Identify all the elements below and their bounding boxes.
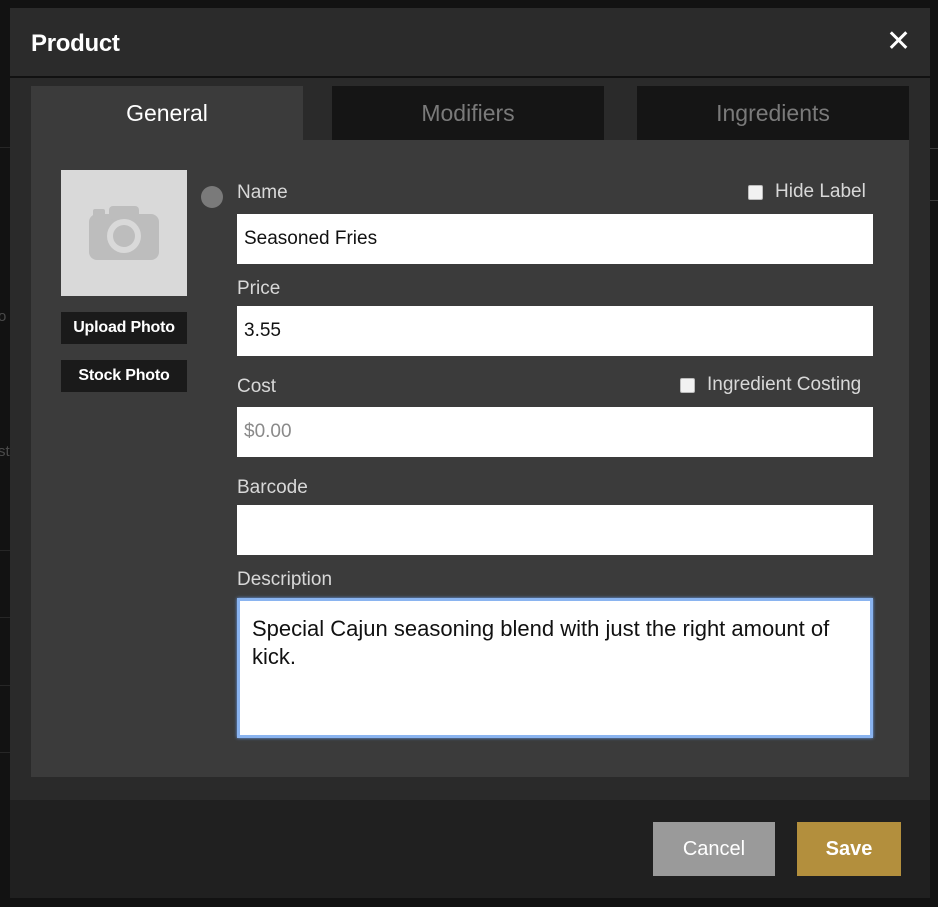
modal-footer: Cancel Save [10,800,930,898]
description-label: Description [237,569,333,590]
close-icon[interactable]: ✕ [886,27,911,57]
photo-placeholder [61,170,187,296]
tab-ingredients[interactable]: Ingredients [637,86,909,140]
modal-header: Product ✕ [10,8,930,78]
background-divider [0,550,10,551]
hide-label-toggle[interactable]: Hide Label [748,181,866,203]
tab-bar: General Modifiers Ingredients [31,86,909,140]
modal-title: Product [31,30,120,57]
background-fragment: o [0,308,7,325]
ingredient-costing-toggle[interactable]: Ingredient Costing [680,374,861,396]
cost-label: Cost [237,376,277,397]
product-modal: Product ✕ General Modifiers Ingredients … [10,8,930,898]
background-divider [0,147,10,148]
background-divider [0,752,10,753]
barcode-input[interactable] [237,505,873,555]
save-button[interactable]: Save [797,822,901,876]
name-label: Name [237,182,288,203]
general-panel: Upload Photo Stock Photo Name Hide Label… [31,140,909,777]
tab-modifiers[interactable]: Modifiers [332,86,604,140]
description-textarea[interactable]: Special Cajun seasoning blend with just … [237,598,873,738]
status-dot[interactable] [201,186,223,208]
background-divider [0,685,10,686]
ingredient-costing-checkbox[interactable] [680,377,695,393]
background-divider [930,148,938,149]
cancel-button[interactable]: Cancel [653,822,775,876]
background-divider [930,200,938,201]
price-label: Price [237,278,281,299]
background-fragment: st [0,443,10,460]
hide-label-checkbox[interactable] [748,184,763,200]
cost-input[interactable] [237,407,873,457]
camera-icon [89,206,159,260]
background-divider [0,617,10,618]
price-input[interactable] [237,306,873,356]
hide-label-text: Hide Label [775,181,866,202]
barcode-label: Barcode [237,477,308,498]
upload-photo-button[interactable]: Upload Photo [61,312,187,344]
name-input[interactable] [237,214,873,264]
ingredient-costing-text: Ingredient Costing [707,374,862,395]
stock-photo-button[interactable]: Stock Photo [61,360,187,392]
tab-general[interactable]: General [31,86,303,140]
